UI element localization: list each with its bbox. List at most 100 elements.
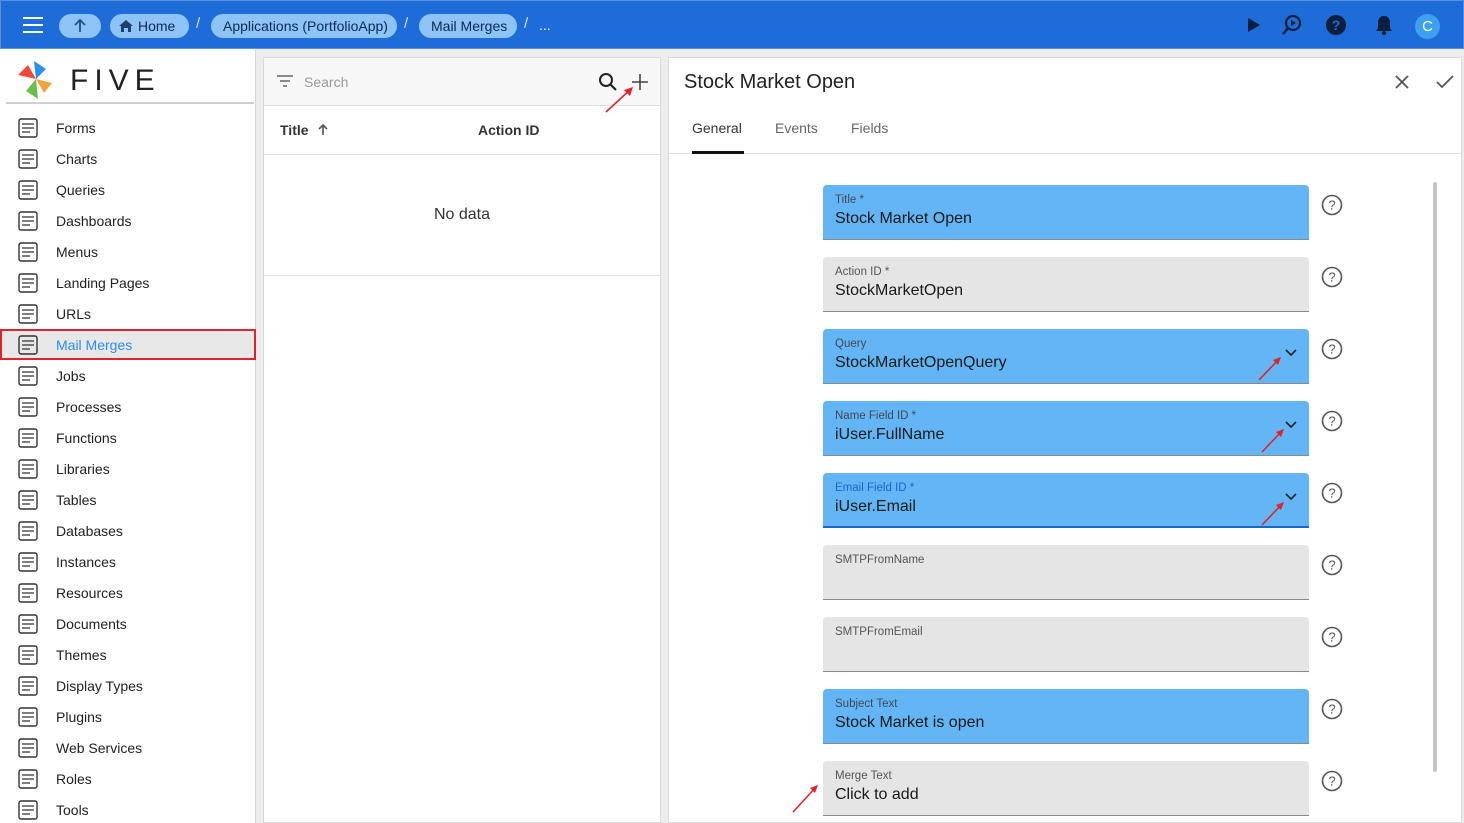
form-scrollbar[interactable]: [1433, 182, 1437, 772]
help-icon[interactable]: ?: [1321, 338, 1343, 360]
documents-icon: [18, 613, 38, 634]
sidebar-item-themes[interactable]: Themes: [0, 639, 256, 670]
sidebar-item-mail-merges[interactable]: Mail Merges: [0, 329, 256, 360]
sidebar-item-dashboards[interactable]: Dashboards: [0, 205, 256, 236]
logo-icon: FIVE: [18, 61, 155, 99]
merge-text-field[interactable]: Merge Text Click to add: [823, 761, 1309, 816]
sidebar-item-urls[interactable]: URLs: [0, 298, 256, 329]
help-icon[interactable]: ?: [1324, 13, 1348, 37]
empty-state: No data: [264, 156, 660, 276]
column-header-action-id[interactable]: Action ID: [478, 122, 539, 138]
sidebar-item-display-types[interactable]: Display Types: [0, 670, 256, 701]
help-icon[interactable]: ?: [1321, 770, 1343, 792]
help-icon[interactable]: ?: [1321, 194, 1343, 216]
sidebar-item-charts[interactable]: Charts: [0, 143, 256, 174]
sidebar-item-jobs[interactable]: Jobs: [0, 360, 256, 391]
menu-icon[interactable]: [23, 17, 43, 33]
chevron-down-icon[interactable]: [1285, 421, 1297, 429]
search-bar: [264, 58, 660, 106]
svg-text:?: ?: [1328, 558, 1335, 573]
debug-search-icon[interactable]: [1280, 13, 1304, 37]
tools-icon: [18, 799, 38, 820]
sidebar-item-instances[interactable]: Instances: [0, 546, 256, 577]
search-input[interactable]: [304, 70, 584, 94]
action-id-field[interactable]: Action ID * StockMarketOpen: [823, 257, 1309, 312]
help-icon[interactable]: ?: [1321, 626, 1343, 648]
tab-general[interactable]: General: [692, 120, 742, 136]
breadcrumb-applications[interactable]: Applications (PortfolioApp): [211, 14, 397, 38]
field-label: SMTPFromName: [835, 554, 925, 566]
help-icon[interactable]: ?: [1321, 482, 1343, 504]
sidebar-item-roles[interactable]: Roles: [0, 763, 256, 794]
sidebar-item-forms[interactable]: Forms: [0, 112, 256, 143]
sidebar-item-web-services[interactable]: Web Services: [0, 732, 256, 763]
bell-icon[interactable]: [1372, 13, 1396, 37]
sidebar-item-menus[interactable]: Menus: [0, 236, 256, 267]
title-field[interactable]: Title * Stock Market Open: [823, 185, 1309, 240]
sidebar-item-databases[interactable]: Databases: [0, 515, 256, 546]
column-header-title[interactable]: Title: [280, 122, 330, 138]
home-icon: [119, 20, 133, 32]
subject-text-field[interactable]: Subject Text Stock Market is open: [823, 689, 1309, 744]
breadcrumb-separator: /: [404, 15, 409, 32]
chevron-down-icon[interactable]: [1285, 493, 1297, 501]
breadcrumb-home[interactable]: Home: [110, 14, 189, 38]
smtpfromname-field[interactable]: SMTPFromName: [823, 545, 1309, 600]
sidebar-item-plugins[interactable]: Plugins: [0, 701, 256, 732]
svg-text:?: ?: [1328, 270, 1335, 285]
sidebar-item-libraries[interactable]: Libraries: [0, 453, 256, 484]
sort-ascending-icon: [318, 123, 328, 135]
jobs-icon: [18, 365, 38, 386]
search-icon[interactable]: [598, 72, 618, 92]
plugins-icon: [18, 706, 38, 727]
sidebar-item-label: Display Types: [56, 677, 143, 694]
svg-text:?: ?: [1328, 342, 1335, 357]
email-field-id-field[interactable]: Email Field ID * iUser.Email: [823, 473, 1309, 528]
query-field[interactable]: Query StockMarketOpenQuery: [823, 329, 1309, 384]
sidebar-item-landing-pages[interactable]: Landing Pages: [0, 267, 256, 298]
menus-icon: [18, 241, 38, 262]
smtpfromemail-field[interactable]: SMTPFromEmail: [823, 617, 1309, 672]
sidebar-item-tables[interactable]: Tables: [0, 484, 256, 515]
save-check-icon[interactable]: [1435, 73, 1455, 91]
forms-icon: [18, 117, 38, 138]
sidebar-item-tools[interactable]: Tools: [0, 794, 256, 823]
name-field-id-field[interactable]: Name Field ID * iUser.FullName: [823, 401, 1309, 456]
field-value: Stock Market is open: [835, 714, 985, 731]
chevron-down-icon[interactable]: [1285, 349, 1297, 357]
sidebar-item-processes[interactable]: Processes: [0, 391, 256, 422]
filter-icon[interactable]: [276, 74, 294, 88]
sidebar-item-resources[interactable]: Resources: [0, 577, 256, 608]
form-tabs: General Events Fields: [669, 106, 1461, 154]
field-label: Subject Text: [835, 698, 898, 710]
sidebar-item-label: Dashboards: [56, 212, 132, 229]
roles-icon: [18, 768, 38, 789]
help-icon[interactable]: ?: [1321, 698, 1343, 720]
instances-icon: [18, 551, 38, 572]
help-icon[interactable]: ?: [1321, 410, 1343, 432]
breadcrumb-mail-merges[interactable]: Mail Merges: [419, 14, 517, 38]
sidebar-item-functions[interactable]: Functions: [0, 422, 256, 453]
field-value: iUser.Email: [835, 498, 916, 515]
sidebar-item-queries[interactable]: Queries: [0, 174, 256, 205]
add-icon[interactable]: [630, 72, 650, 92]
play-icon[interactable]: [1241, 13, 1265, 37]
breadcrumb-separator: /: [524, 15, 529, 32]
sidebar-item-label: Web Services: [56, 739, 143, 756]
sidebar-item-label: Landing Pages: [56, 274, 150, 291]
sidebar-item-label: Mail Merges: [56, 336, 133, 353]
api-icon: [18, 737, 38, 758]
up-button[interactable]: [59, 14, 101, 38]
help-icon[interactable]: ?: [1321, 554, 1343, 576]
tab-fields[interactable]: Fields: [851, 120, 888, 136]
sidebar-item-documents[interactable]: Documents: [0, 608, 256, 639]
charts-icon: [18, 148, 38, 169]
tab-events[interactable]: Events: [775, 120, 818, 136]
user-avatar[interactable]: C: [1415, 14, 1440, 39]
field-label: Query: [835, 338, 867, 350]
breadcrumb-more[interactable]: ...: [539, 17, 551, 33]
svg-text:?: ?: [1328, 486, 1335, 501]
breadcrumb-separator: /: [196, 15, 201, 32]
close-icon[interactable]: [1393, 73, 1411, 91]
help-icon[interactable]: ?: [1321, 266, 1343, 288]
